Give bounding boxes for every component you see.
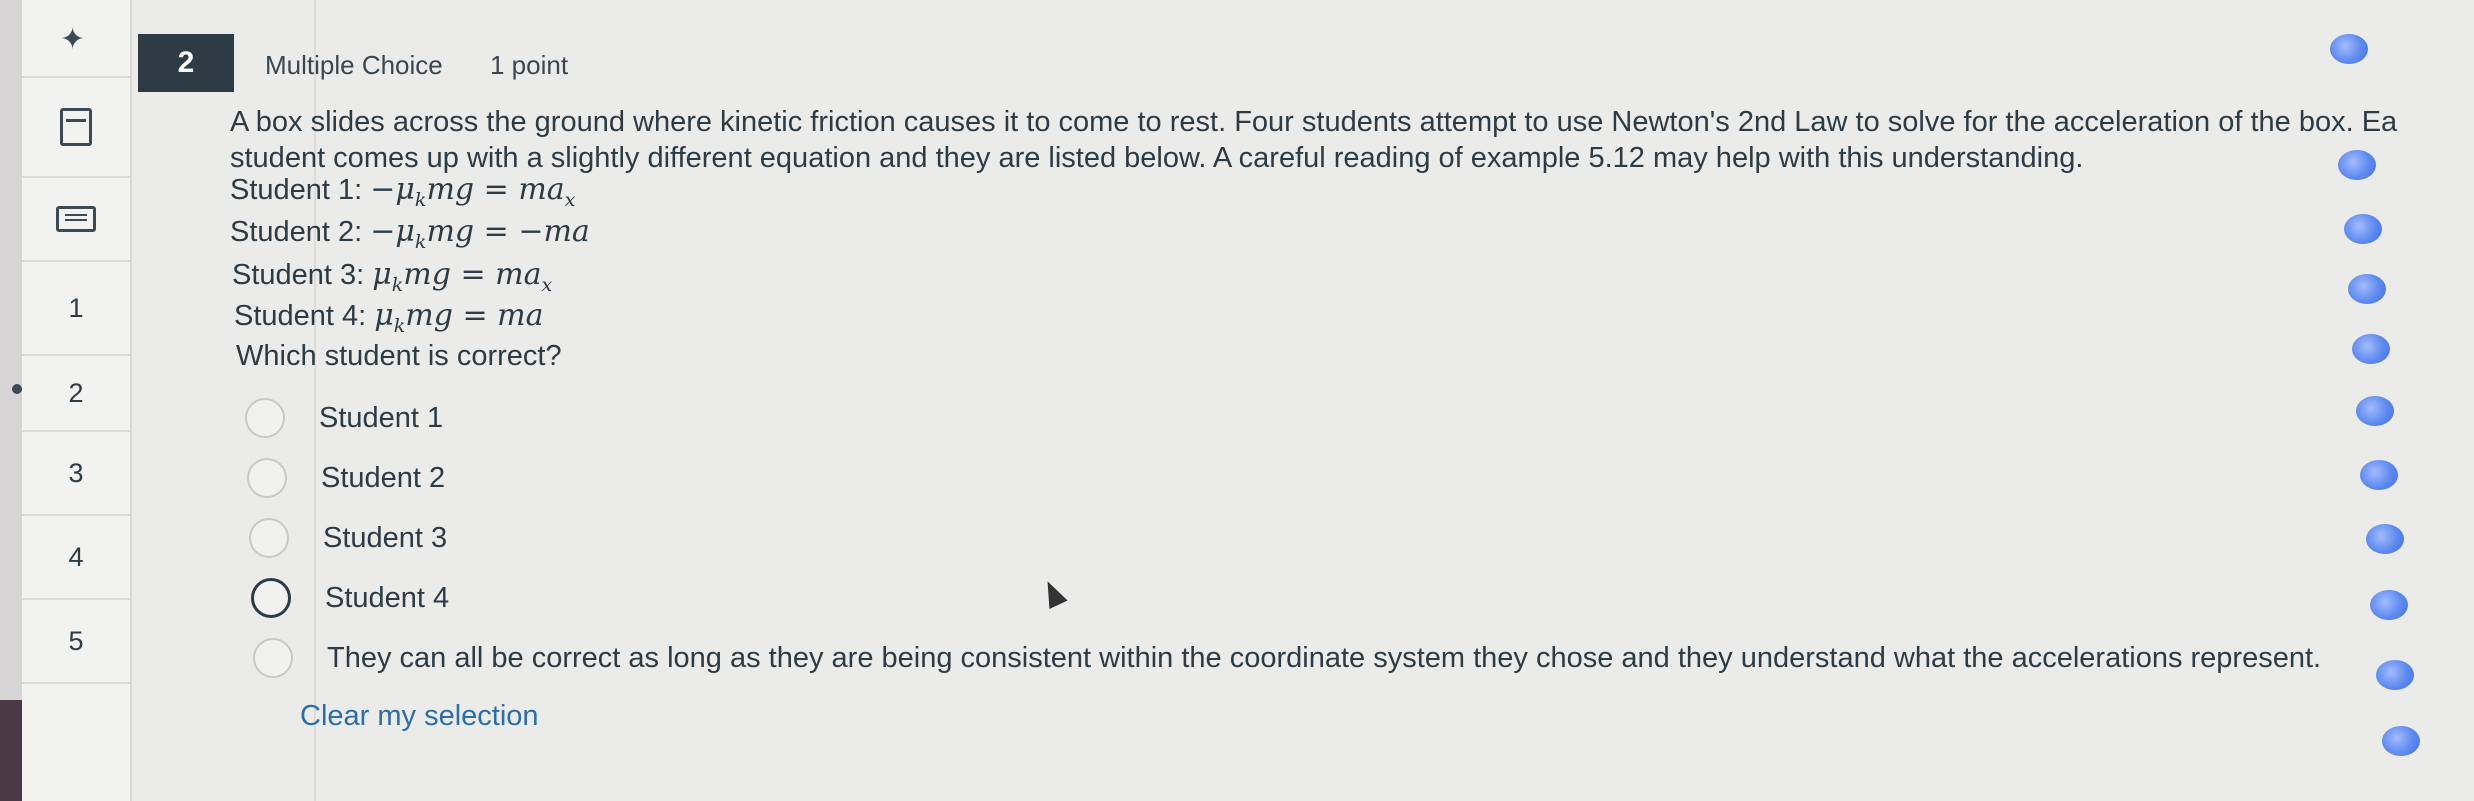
sidebar-item-5[interactable]: 5 [22,600,130,684]
prompt-line: student comes up with a slightly differe… [230,142,2084,174]
glare-dot [2366,524,2404,554]
glare-dot [2338,150,2376,180]
glare-dot [2352,334,2390,364]
clear-selection-link[interactable]: Clear my selection [300,700,539,733]
choice-label: They can all be correct as long as they … [327,641,2322,674]
radio-button[interactable] [253,638,293,678]
question-type: Multiple Choice [265,50,443,80]
equation-student-1: Student 1: −μkmg = max [230,172,576,211]
glare-dot [2376,660,2414,690]
sidebar-item-3[interactable]: 3 [22,432,130,516]
sidebar-item-label: 1 [68,292,84,323]
glare-dot [2348,274,2386,304]
glare-dot [2370,590,2408,620]
sidebar-flag[interactable] [22,78,130,178]
choice-label: Student 1 [319,401,444,434]
flag-question-icon [60,108,92,146]
question-number-badge: 2 [138,34,234,92]
sidebar-item-label: 3 [68,457,84,488]
glare-dot [2382,726,2420,756]
question-navigator: ✦ 1 2 3 4 5 [12,0,132,801]
question-prompt: A box slides across the ground where kin… [230,104,2470,176]
pin-icon: ✦ [60,23,86,56]
sidebar-pin[interactable]: ✦ [22,0,130,78]
choice-student-3[interactable]: Student 3 [249,518,447,558]
choice-all-correct[interactable]: They can all be correct as long as they … [253,638,2321,678]
glare-dot [2356,396,2394,426]
choice-student-4[interactable]: Student 4 [251,578,449,618]
glare-dot [2360,460,2398,490]
equation-student-3: Student 3: μkmg = max [232,257,553,296]
sidebar-notes[interactable] [22,178,130,262]
radio-button[interactable] [247,458,287,498]
question-ask: Which student is correct? [236,340,562,372]
current-question-indicator [12,384,22,394]
glare-dot [2330,34,2368,64]
sidebar-item-label: 5 [68,625,84,656]
radio-button[interactable] [245,398,285,438]
choice-label: Student 2 [321,461,446,494]
equation-student-2: Student 2: −μkmg = −ma [230,214,590,253]
prompt-line: A box slides across the ground where kin… [230,106,2398,138]
question-points: 1 point [490,50,569,80]
glare-dot [2344,214,2382,244]
sidebar-item-label: 4 [68,541,84,572]
sidebar-item-4[interactable]: 4 [22,516,130,600]
sidebar-item-label: 2 [68,377,84,408]
choice-student-2[interactable]: Student 2 [247,458,445,498]
left-screen-edge [0,0,22,801]
radio-button[interactable] [251,578,291,618]
notes-icon [56,206,96,232]
radio-button[interactable] [249,518,289,558]
sidebar-item-1[interactable]: 1 [22,262,130,356]
left-screen-edge-dark [0,700,22,801]
equation-student-4: Student 4: μkmg = ma [234,298,544,337]
choice-label: Student 3 [323,521,448,554]
choice-label: Student 4 [325,581,450,614]
choice-student-1[interactable]: Student 1 [245,398,443,438]
sidebar-item-2[interactable]: 2 [12,356,130,432]
